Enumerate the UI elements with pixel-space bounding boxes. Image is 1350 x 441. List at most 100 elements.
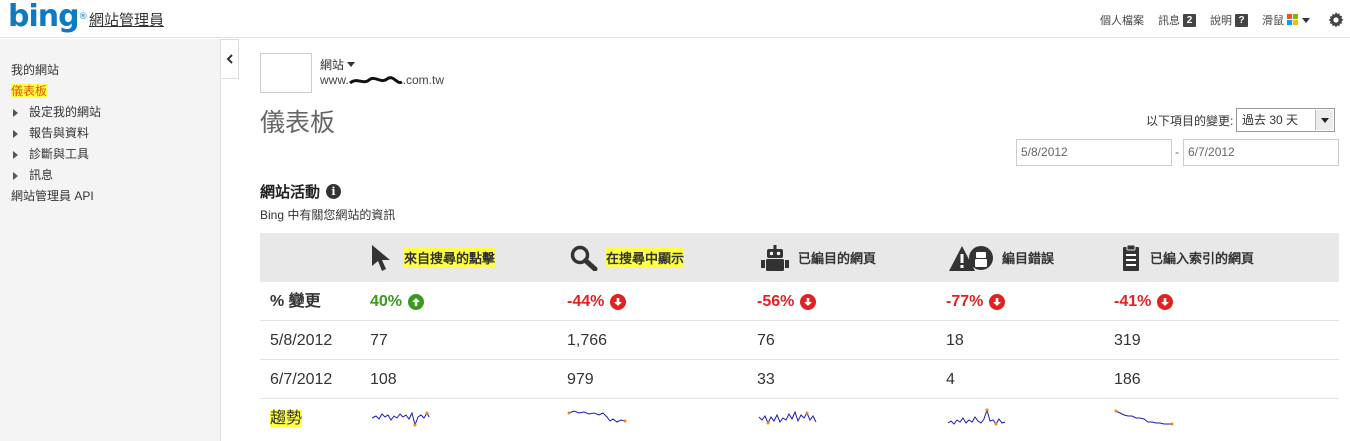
change-impressions: -44% xyxy=(567,282,627,321)
section-subtitle: Bing 中有關您網站的資訊 xyxy=(260,208,396,222)
windows-live-icon xyxy=(1287,14,1299,26)
top-links: 個人檔案 訊息 2 說明? 滑鼠 xyxy=(1086,12,1344,28)
messages-link[interactable]: 訊息 2 xyxy=(1158,12,1196,28)
warning-robot-icon xyxy=(948,243,994,273)
trend-sparkline-indexed xyxy=(1114,409,1174,426)
table-row: 6/7/2012 108 979 33 4 186 xyxy=(260,360,1339,399)
sidebar: 我的網站 儀表板 設定我的網站 報告與資料 診斷與工具 訊息 網站管理員 API xyxy=(0,39,221,441)
sidebar-item-my-sites[interactable]: 我的網站 xyxy=(11,60,101,81)
column-crawled-label: 已編目的網頁 xyxy=(798,251,877,266)
column-clicks-label: 來自搜尋的點擊 xyxy=(404,248,496,267)
messages-label: 訊息 xyxy=(1158,15,1180,27)
site-selector[interactable]: 網站 xyxy=(320,56,356,73)
range-selected: 過去 30 天 xyxy=(1242,113,1299,127)
collapse-sidebar-button[interactable] xyxy=(221,39,239,79)
section-title-text: 網站活動 xyxy=(260,184,321,201)
site-url-prefix: www. xyxy=(320,73,349,87)
arrow-down-icon xyxy=(989,293,1006,310)
help-icon: ? xyxy=(1235,13,1248,27)
table-cell: 4 xyxy=(946,371,955,388)
chevron-down-icon xyxy=(347,62,356,67)
range-label: 以下項目的變更: xyxy=(1146,114,1234,128)
change-clicks-value: 40% xyxy=(370,293,403,310)
table-cell: 319 xyxy=(1114,332,1141,349)
column-indexed[interactable]: 已編入索引的網頁 xyxy=(1120,233,1254,282)
row-date-label: 5/8/2012 xyxy=(270,332,333,349)
table-header: 來自搜尋的點擊 在搜尋中顯示 已編目的網頁 編目錯誤 已編入索引的網頁 xyxy=(260,233,1339,282)
change-crawled: -56% xyxy=(757,282,817,321)
range-select[interactable]: 過去 30 天 xyxy=(1236,108,1335,132)
gear-icon[interactable] xyxy=(1328,12,1344,28)
trend-sparkline-crawled xyxy=(758,410,817,425)
account-menu[interactable]: 滑鼠 xyxy=(1262,12,1310,28)
app-title-link[interactable]: 網站管理員 xyxy=(89,9,164,30)
row-date-label: 6/7/2012 xyxy=(270,371,333,388)
row-label-trend: 趨勢 xyxy=(270,399,303,438)
arrow-down-icon xyxy=(800,293,817,310)
table-cell: 18 xyxy=(946,332,964,349)
profile-link[interactable]: 個人檔案 xyxy=(1100,12,1144,28)
section-title: 網站活動 i xyxy=(260,181,342,202)
arrow-up-icon xyxy=(408,293,425,310)
column-indexed-label: 已編入索引的網頁 xyxy=(1150,251,1255,266)
cursor-icon xyxy=(370,244,396,272)
chevron-down-icon xyxy=(1315,110,1333,130)
trend-sparkline-impressions xyxy=(567,410,627,423)
sidebar-item-api[interactable]: 網站管理員 API xyxy=(11,186,101,207)
site-thumbnail xyxy=(260,53,312,93)
column-impressions-label: 在搜尋中顯示 xyxy=(606,248,685,267)
row-label-trend-text: 趨勢 xyxy=(270,410,303,427)
profile-label: 個人檔案 xyxy=(1100,15,1144,27)
change-crawl-errors-value: -77% xyxy=(946,293,984,310)
site-activity-table: 來自搜尋的點擊 在搜尋中顯示 已編目的網頁 編目錯誤 已編入索引的網頁 % 變更… xyxy=(260,233,1339,438)
arrow-down-icon xyxy=(610,293,627,310)
column-clicks[interactable]: 來自搜尋的點擊 xyxy=(370,233,496,282)
column-crawl-errors-label: 編目錯誤 xyxy=(1002,251,1055,266)
magnifier-icon xyxy=(570,245,598,271)
table-row-trend: 趨勢 xyxy=(260,399,1339,438)
help-label: 說明 xyxy=(1210,15,1232,27)
site-label: 網站 xyxy=(320,58,345,72)
sidebar-nav: 我的網站 儀表板 設定我的網站 報告與資料 診斷與工具 訊息 網站管理員 API xyxy=(11,60,101,207)
sidebar-item-reports[interactable]: 報告與資料 xyxy=(11,123,101,144)
table-row-change: % 變更 40% -44% -56% -77% -41% xyxy=(260,282,1339,321)
messages-count-badge: 2 xyxy=(1183,13,1196,27)
table-row: 5/8/2012 77 1,766 76 18 319 xyxy=(260,321,1339,360)
bing-logo[interactable]: bing® xyxy=(8,0,88,34)
clipboard-icon xyxy=(1120,244,1142,272)
end-date-input[interactable]: 6/7/2012 xyxy=(1183,139,1339,166)
bing-logo-text: bing xyxy=(8,0,80,34)
table-cell: 76 xyxy=(757,332,775,349)
change-clicks: 40% xyxy=(370,282,425,321)
sidebar-item-messages[interactable]: 訊息 xyxy=(11,165,101,186)
date-separator: - xyxy=(1175,145,1179,159)
start-date-input[interactable]: 5/8/2012 xyxy=(1016,139,1172,166)
sidebar-item-dashboard-label: 儀表板 xyxy=(11,84,48,98)
chevron-down-icon xyxy=(1302,17,1310,23)
account-label: 滑鼠 xyxy=(1262,15,1284,27)
sidebar-item-dashboard[interactable]: 儀表板 xyxy=(11,81,101,102)
column-impressions[interactable]: 在搜尋中顯示 xyxy=(570,233,685,282)
trend-sparkline-clicks xyxy=(371,411,430,427)
table-cell: 77 xyxy=(370,332,388,349)
redaction-scribble xyxy=(348,76,403,85)
webmaster-dashboard: bing® 網站管理員 個人檔案 訊息 2 說明? 滑鼠 我的網站 儀表板 設定我… xyxy=(0,0,1350,441)
sidebar-item-configure[interactable]: 設定我的網站 xyxy=(11,102,101,123)
table-cell: 979 xyxy=(567,371,594,388)
top-bar: bing® 網站管理員 個人檔案 訊息 2 說明? 滑鼠 xyxy=(0,0,1350,38)
info-icon[interactable]: i xyxy=(326,184,342,199)
table-cell: 186 xyxy=(1114,371,1141,388)
change-indexed: -41% xyxy=(1114,282,1174,321)
help-link[interactable]: 說明? xyxy=(1210,12,1248,28)
chevron-left-icon xyxy=(226,54,233,64)
row-label-change: % 變更 xyxy=(270,293,321,310)
column-crawled[interactable]: 已編目的網頁 xyxy=(760,233,876,282)
column-crawl-errors[interactable]: 編目錯誤 xyxy=(948,233,1054,282)
trend-sparkline-crawl-errors xyxy=(947,408,1006,426)
change-crawled-value: -56% xyxy=(757,293,795,310)
page-title: 儀表板 xyxy=(260,108,336,137)
sidebar-item-diagnostics[interactable]: 診斷與工具 xyxy=(11,144,101,165)
change-indexed-value: -41% xyxy=(1114,293,1152,310)
robot-icon xyxy=(760,244,790,272)
change-impressions-value: -44% xyxy=(567,293,605,310)
